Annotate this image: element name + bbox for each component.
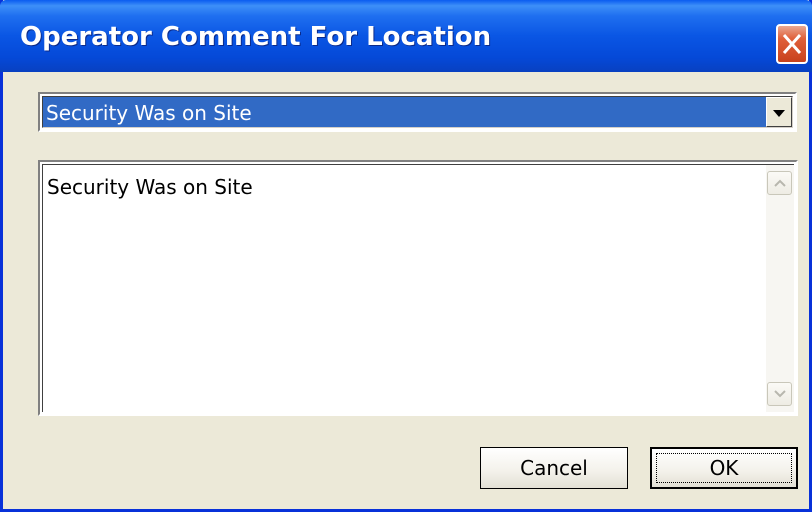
- dialog-title: Operator Comment For Location: [20, 22, 492, 52]
- scroll-down-icon: [774, 390, 786, 398]
- scroll-up-icon: [774, 179, 786, 187]
- dialog-window: Operator Comment For Location Security W…: [0, 0, 812, 512]
- close-button[interactable]: [776, 24, 808, 64]
- comment-text[interactable]: Security Was on Site: [47, 175, 253, 199]
- scroll-up-button[interactable]: [767, 171, 792, 195]
- dropdown-arrow-button[interactable]: [766, 97, 792, 127]
- textarea-scrollbar[interactable]: [766, 165, 794, 412]
- chevron-down-icon: [773, 110, 785, 117]
- close-icon: [782, 34, 802, 54]
- comment-dropdown[interactable]: Security Was on Site: [38, 92, 797, 132]
- title-bar[interactable]: Operator Comment For Location: [0, 0, 812, 72]
- comment-textarea[interactable]: Security Was on Site: [38, 160, 798, 416]
- scroll-down-button[interactable]: [767, 382, 792, 406]
- dropdown-selected-value[interactable]: Security Was on Site: [43, 97, 766, 127]
- ok-button[interactable]: OK: [650, 447, 798, 489]
- cancel-button[interactable]: Cancel: [480, 447, 628, 489]
